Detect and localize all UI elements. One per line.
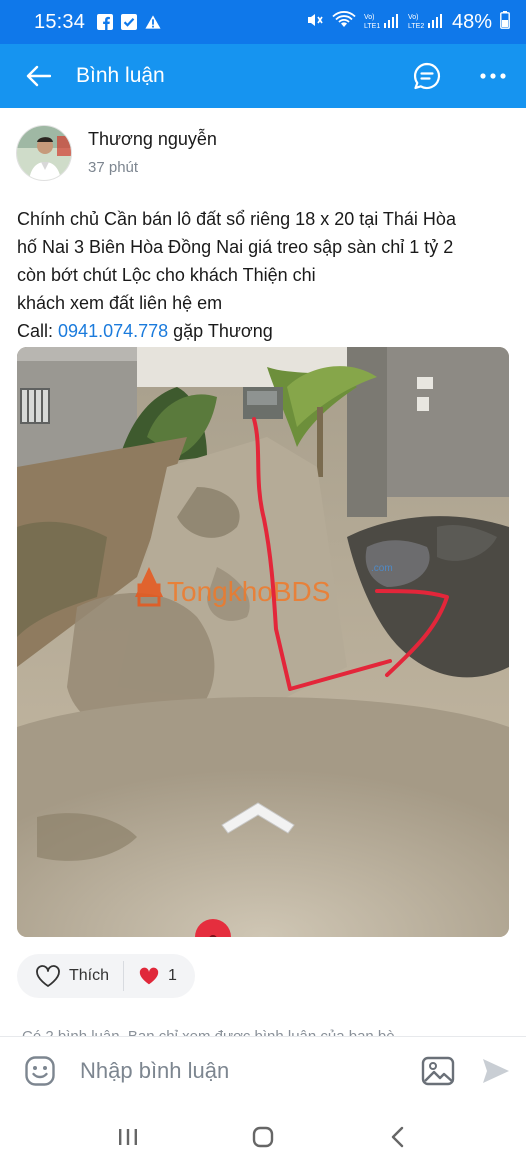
wifi-icon — [332, 10, 356, 34]
home-icon — [252, 1126, 274, 1147]
recent-apps-button[interactable] — [98, 1112, 158, 1162]
warning-icon — [145, 14, 161, 30]
author-photo — [17, 126, 71, 180]
svg-text:Vo): Vo) — [408, 14, 419, 21]
call-suffix: gặp Thương — [173, 321, 273, 341]
attach-photo-button[interactable] — [410, 1037, 466, 1105]
like-button[interactable]: Thích — [35, 961, 125, 991]
status-system-icons: Vo) LTE1 Vo) LTE2 48% — [306, 10, 510, 34]
svg-text:LTE1: LTE1 — [364, 23, 380, 29]
comment-input-bar — [0, 1036, 526, 1104]
post-image[interactable]: TongkhoBDS .com — [17, 347, 509, 937]
sticker-icon — [25, 1055, 55, 1086]
back-button[interactable] — [0, 44, 76, 108]
home-button[interactable] — [233, 1112, 293, 1162]
image-icon — [421, 1056, 455, 1085]
heart-outline-icon — [36, 965, 60, 987]
watermark-suffix: .com — [371, 563, 393, 574]
chevron-left-icon — [392, 1126, 404, 1147]
more-options-button[interactable] — [460, 44, 526, 108]
post-call-line: Call: 0941.074.778 gặp Thương — [17, 317, 517, 345]
svg-text:Vo): Vo) — [364, 14, 375, 21]
post-text-line: hố Nai 3 Biên Hòa Đồng Nai giá treo sập … — [17, 237, 454, 257]
arrow-left-icon — [26, 65, 51, 87]
post-author-row: Thương nguyễn 37 phút — [16, 125, 217, 181]
post-text-line: còn bớt chút Lộc cho khách Thiện chi — [17, 265, 316, 285]
svg-text:LTE2: LTE2 — [408, 23, 424, 29]
check-box-icon — [121, 14, 138, 30]
status-notification-icons — [97, 14, 161, 30]
street-view-photo: TongkhoBDS .com — [17, 347, 509, 937]
send-icon — [483, 1058, 509, 1083]
phone-link[interactable]: 0941.074.778 — [58, 321, 168, 341]
like-label: Thích — [69, 967, 110, 984]
post-time: 37 phút — [88, 159, 139, 176]
watermark-text: TongkhoBDS — [167, 576, 330, 607]
volte1-signal-icon: Vo) LTE1 — [364, 11, 400, 34]
app-bar: Bình luận — [0, 44, 526, 108]
system-navigation-bar — [0, 1104, 526, 1169]
send-button[interactable] — [466, 1037, 526, 1105]
more-horizontal-icon — [480, 73, 506, 79]
reaction-count[interactable]: 1 — [124, 966, 177, 986]
facebook-icon — [97, 14, 114, 30]
avatar[interactable] — [16, 125, 72, 181]
page-title: Bình luận — [76, 64, 165, 87]
heart-filled-icon — [139, 967, 159, 985]
post-text: Chính chủ Cần bán lô đất sổ riêng 18 x 2… — [17, 205, 517, 345]
reaction-count-value: 1 — [168, 967, 177, 984]
status-time: 15:34 — [34, 10, 86, 33]
battery-level: 48% — [451, 10, 492, 33]
author-name[interactable]: Thương nguyễn — [88, 129, 217, 150]
chat-bubble-icon — [413, 62, 441, 90]
volte2-signal-icon: Vo) LTE2 — [408, 11, 444, 34]
post-text-line: Chính chủ Cần bán lô đất sổ riêng 18 x 2… — [17, 209, 456, 229]
sticker-button[interactable] — [0, 1037, 80, 1105]
comment-input[interactable] — [80, 1057, 400, 1084]
recent-apps-icon — [118, 1128, 137, 1145]
message-button[interactable] — [394, 44, 460, 108]
call-label: Call: — [17, 321, 54, 341]
system-back-button[interactable] — [368, 1112, 428, 1162]
reaction-bar: Thích 1 — [17, 954, 195, 998]
post-text-line: khách xem đất liên hệ em — [17, 293, 223, 313]
status-bar: 15:34 Vo) LTE1 Vo) LTE2 48% — [0, 0, 526, 44]
battery-icon — [500, 10, 510, 34]
mute-icon — [306, 11, 324, 34]
